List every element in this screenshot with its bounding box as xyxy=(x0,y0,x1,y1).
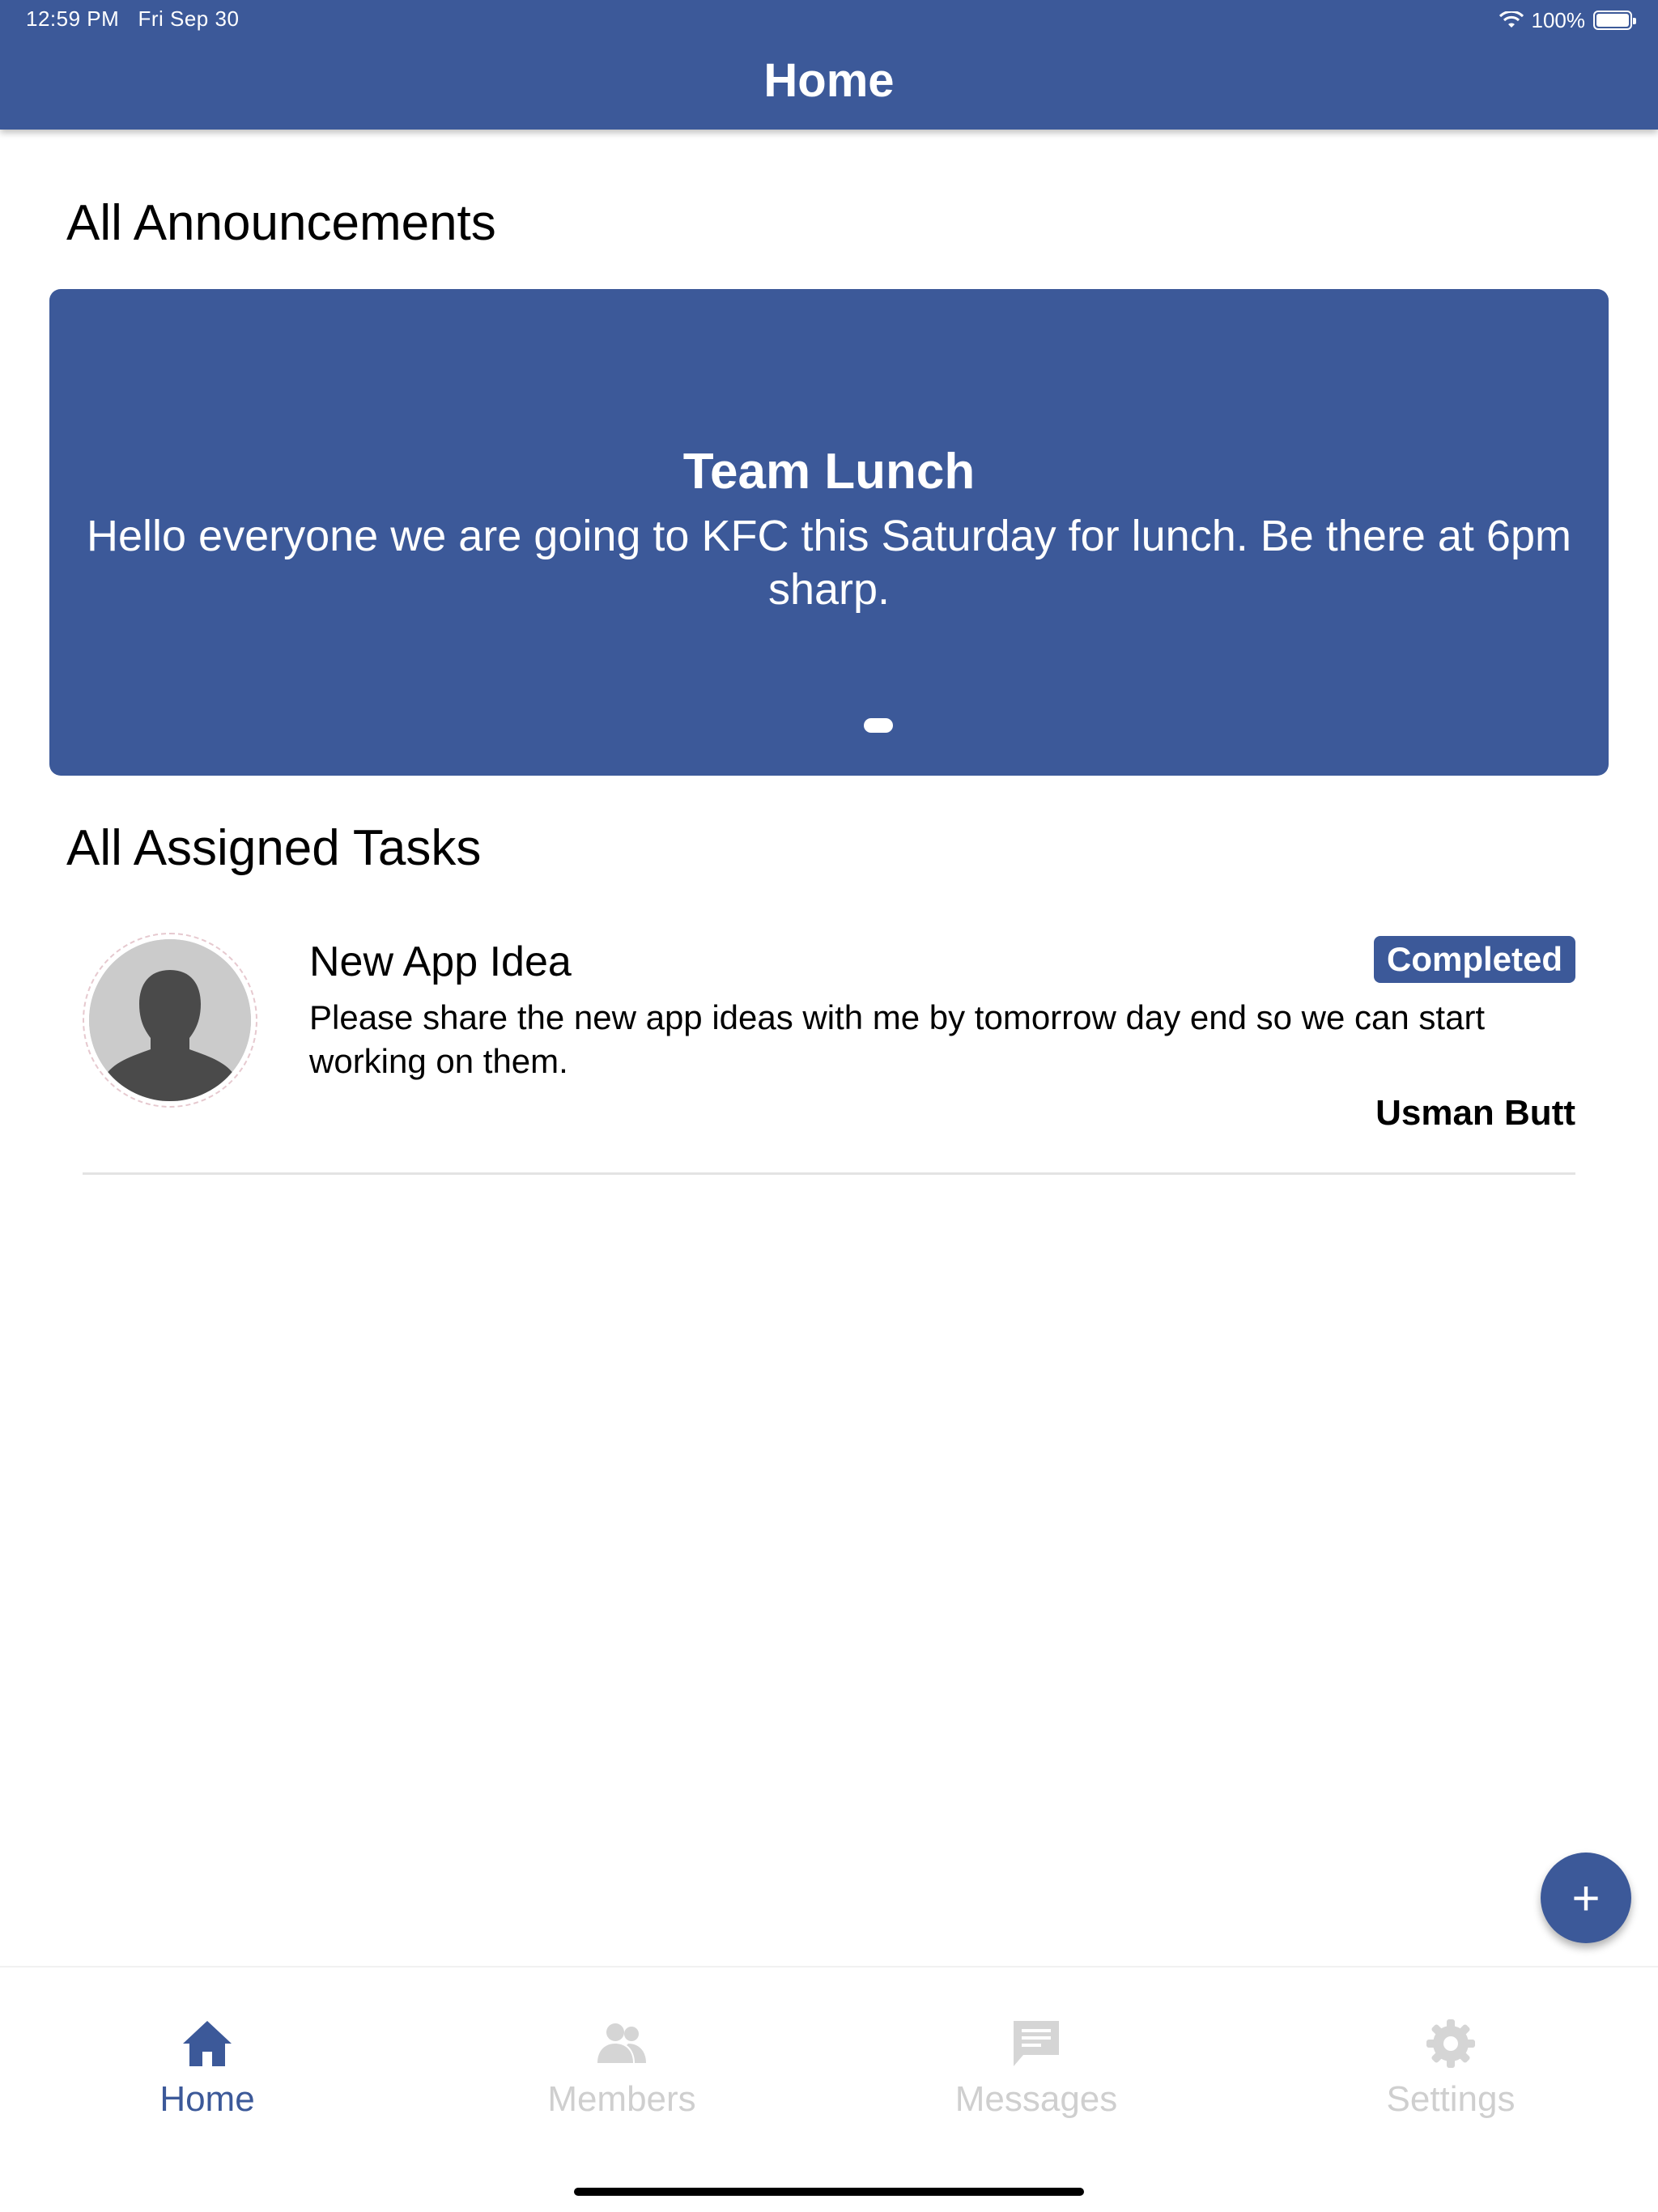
page-title: Home xyxy=(763,54,895,107)
tab-home[interactable]: Home xyxy=(86,2014,329,2120)
people-icon xyxy=(597,2023,646,2063)
tasks-section-title: All Assigned Tasks xyxy=(66,820,482,876)
status-time-text: 12:59 PM xyxy=(26,6,120,31)
nav-header: 12:59 PM Fri Sep 30 100% Home xyxy=(0,0,1658,130)
home-indicator xyxy=(574,2188,1084,2196)
gear-icon xyxy=(1426,2019,1475,2068)
tab-messages[interactable]: Messages xyxy=(915,2014,1158,2120)
tab-members[interactable]: Members xyxy=(500,2014,743,2120)
tab-members-label: Members xyxy=(547,2079,696,2119)
task-title: New App Idea xyxy=(309,938,572,985)
announcement-card[interactable]: Team Lunch Hello everyone we are going t… xyxy=(49,289,1609,776)
announcements-section-title: All Announcements xyxy=(66,195,496,251)
tab-home-label: Home xyxy=(159,2079,255,2119)
avatar xyxy=(83,933,257,1108)
carousel-dot-active[interactable] xyxy=(864,718,893,733)
message-icon xyxy=(1014,2021,1059,2066)
status-indicators: 100% xyxy=(1499,6,1636,34)
app-root: 12:59 PM Fri Sep 30 100% Home All Announ… xyxy=(0,0,1658,2212)
status-badge: Completed xyxy=(1373,936,1575,983)
task-row[interactable]: New App Idea Completed Please share the … xyxy=(81,931,1575,1174)
task-description: Please share the new app ideas with me b… xyxy=(309,998,1486,1080)
home-icon xyxy=(183,2021,232,2066)
default-user-icon xyxy=(89,939,251,1101)
bottom-tab-bar: Home Members Messages Settings xyxy=(0,1966,1658,2212)
wifi-icon xyxy=(1499,11,1524,28)
tab-messages-label: Messages xyxy=(954,2079,1118,2119)
battery-percent: 100% xyxy=(1531,7,1586,32)
battery-icon xyxy=(1593,11,1636,30)
announcement-body: Hello everyone we are going to KFC this … xyxy=(87,512,1571,614)
status-time: 12:59 PM Fri Sep 30 xyxy=(26,6,239,32)
plus-icon: + xyxy=(1571,1870,1601,1925)
tab-settings-label: Settings xyxy=(1386,2079,1516,2119)
status-date-text: Fri Sep 30 xyxy=(138,6,240,31)
task-author: Usman Butt xyxy=(1375,1093,1575,1133)
tab-settings[interactable]: Settings xyxy=(1329,2014,1572,2120)
add-button[interactable]: + xyxy=(1541,1853,1631,1943)
list-divider xyxy=(83,1172,1575,1175)
announcement-title: Team Lunch xyxy=(682,444,976,500)
